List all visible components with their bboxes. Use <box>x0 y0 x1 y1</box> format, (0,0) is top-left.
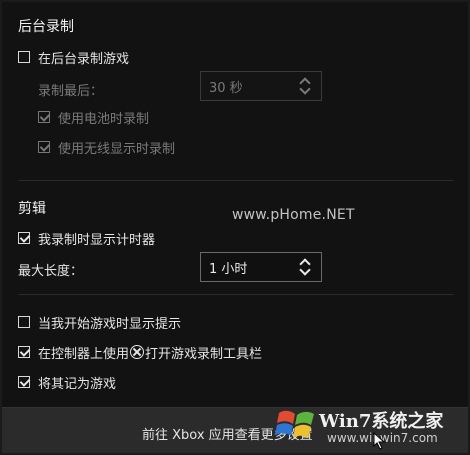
max-length-spinner[interactable]: 1 小时 <box>200 252 322 282</box>
checkbox-show-tips[interactable] <box>18 316 30 328</box>
checkbox-record-on-wireless-display <box>38 141 50 153</box>
checkbox-row-record-on-battery: 使用电池时录制 <box>38 106 149 128</box>
checkbox-remember-as-game[interactable] <box>18 376 30 388</box>
checkbox-row-record-in-background[interactable]: 在后台录制游戏 <box>18 46 129 68</box>
checkbox-row-record-on-wireless-display: 使用无线显示时录制 <box>38 136 175 158</box>
checkbox-record-on-battery <box>38 111 50 123</box>
spinner-arrows-icon[interactable] <box>299 257 313 277</box>
label-remember-as-game: 将其记为游戏 <box>38 376 117 392</box>
section-title-background-recording: 后台录制 <box>18 19 74 35</box>
max-length-value: 1 小时 <box>209 261 248 277</box>
xbox-logo-icon <box>130 344 145 359</box>
checkbox-show-timer[interactable] <box>18 232 30 244</box>
label-record-last: 录制最后： <box>38 84 104 99</box>
footer-bar: 前往 Xbox 应用查看更多设置 <box>2 407 468 453</box>
checkbox-row-show-tips[interactable]: 当我开始游戏时显示提示 <box>18 311 181 333</box>
checkbox-open-gamebar[interactable] <box>18 346 30 358</box>
divider <box>18 294 454 295</box>
spinner-arrows-icon <box>299 76 313 96</box>
divider <box>18 180 454 181</box>
label-show-tips: 当我开始游戏时显示提示 <box>38 316 182 332</box>
label-record-on-battery: 使用电池时录制 <box>58 111 150 127</box>
record-last-value: 30 秒 <box>209 80 243 96</box>
checkbox-row-show-timer[interactable]: 我录制时显示计时器 <box>18 227 155 249</box>
label-open-gamebar-prefix: 在控制器上使用 <box>38 346 130 362</box>
checkbox-row-remember-as-game[interactable]: 将其记为游戏 <box>18 371 116 393</box>
label-record-on-wireless-display: 使用无线显示时录制 <box>58 141 176 157</box>
label-record-in-background: 在后台录制游戏 <box>38 51 130 67</box>
watermark-url: www.pHome.NET <box>232 207 355 223</box>
label-open-gamebar: 在控制器上使用 打开游戏录制工具栏 <box>38 343 262 362</box>
record-last-spinner: 30 秒 <box>200 71 322 101</box>
more-settings-link[interactable]: 前往 Xbox 应用查看更多设置 <box>142 424 313 443</box>
section-title-clips: 剪辑 <box>18 201 46 217</box>
label-open-gamebar-suffix: 打开游戏录制工具栏 <box>145 346 263 362</box>
label-show-timer: 我录制时显示计时器 <box>38 232 156 248</box>
xbox-game-dvr-settings-panel: 后台录制 在后台录制游戏 录制最后： 30 秒 使用电池时录制 使用无线显示时录… <box>0 0 470 455</box>
checkbox-row-open-gamebar[interactable]: 在控制器上使用 打开游戏录制工具栏 <box>18 341 262 363</box>
checkbox-record-in-background[interactable] <box>18 51 30 63</box>
label-max-length: 最大长度： <box>18 264 84 279</box>
